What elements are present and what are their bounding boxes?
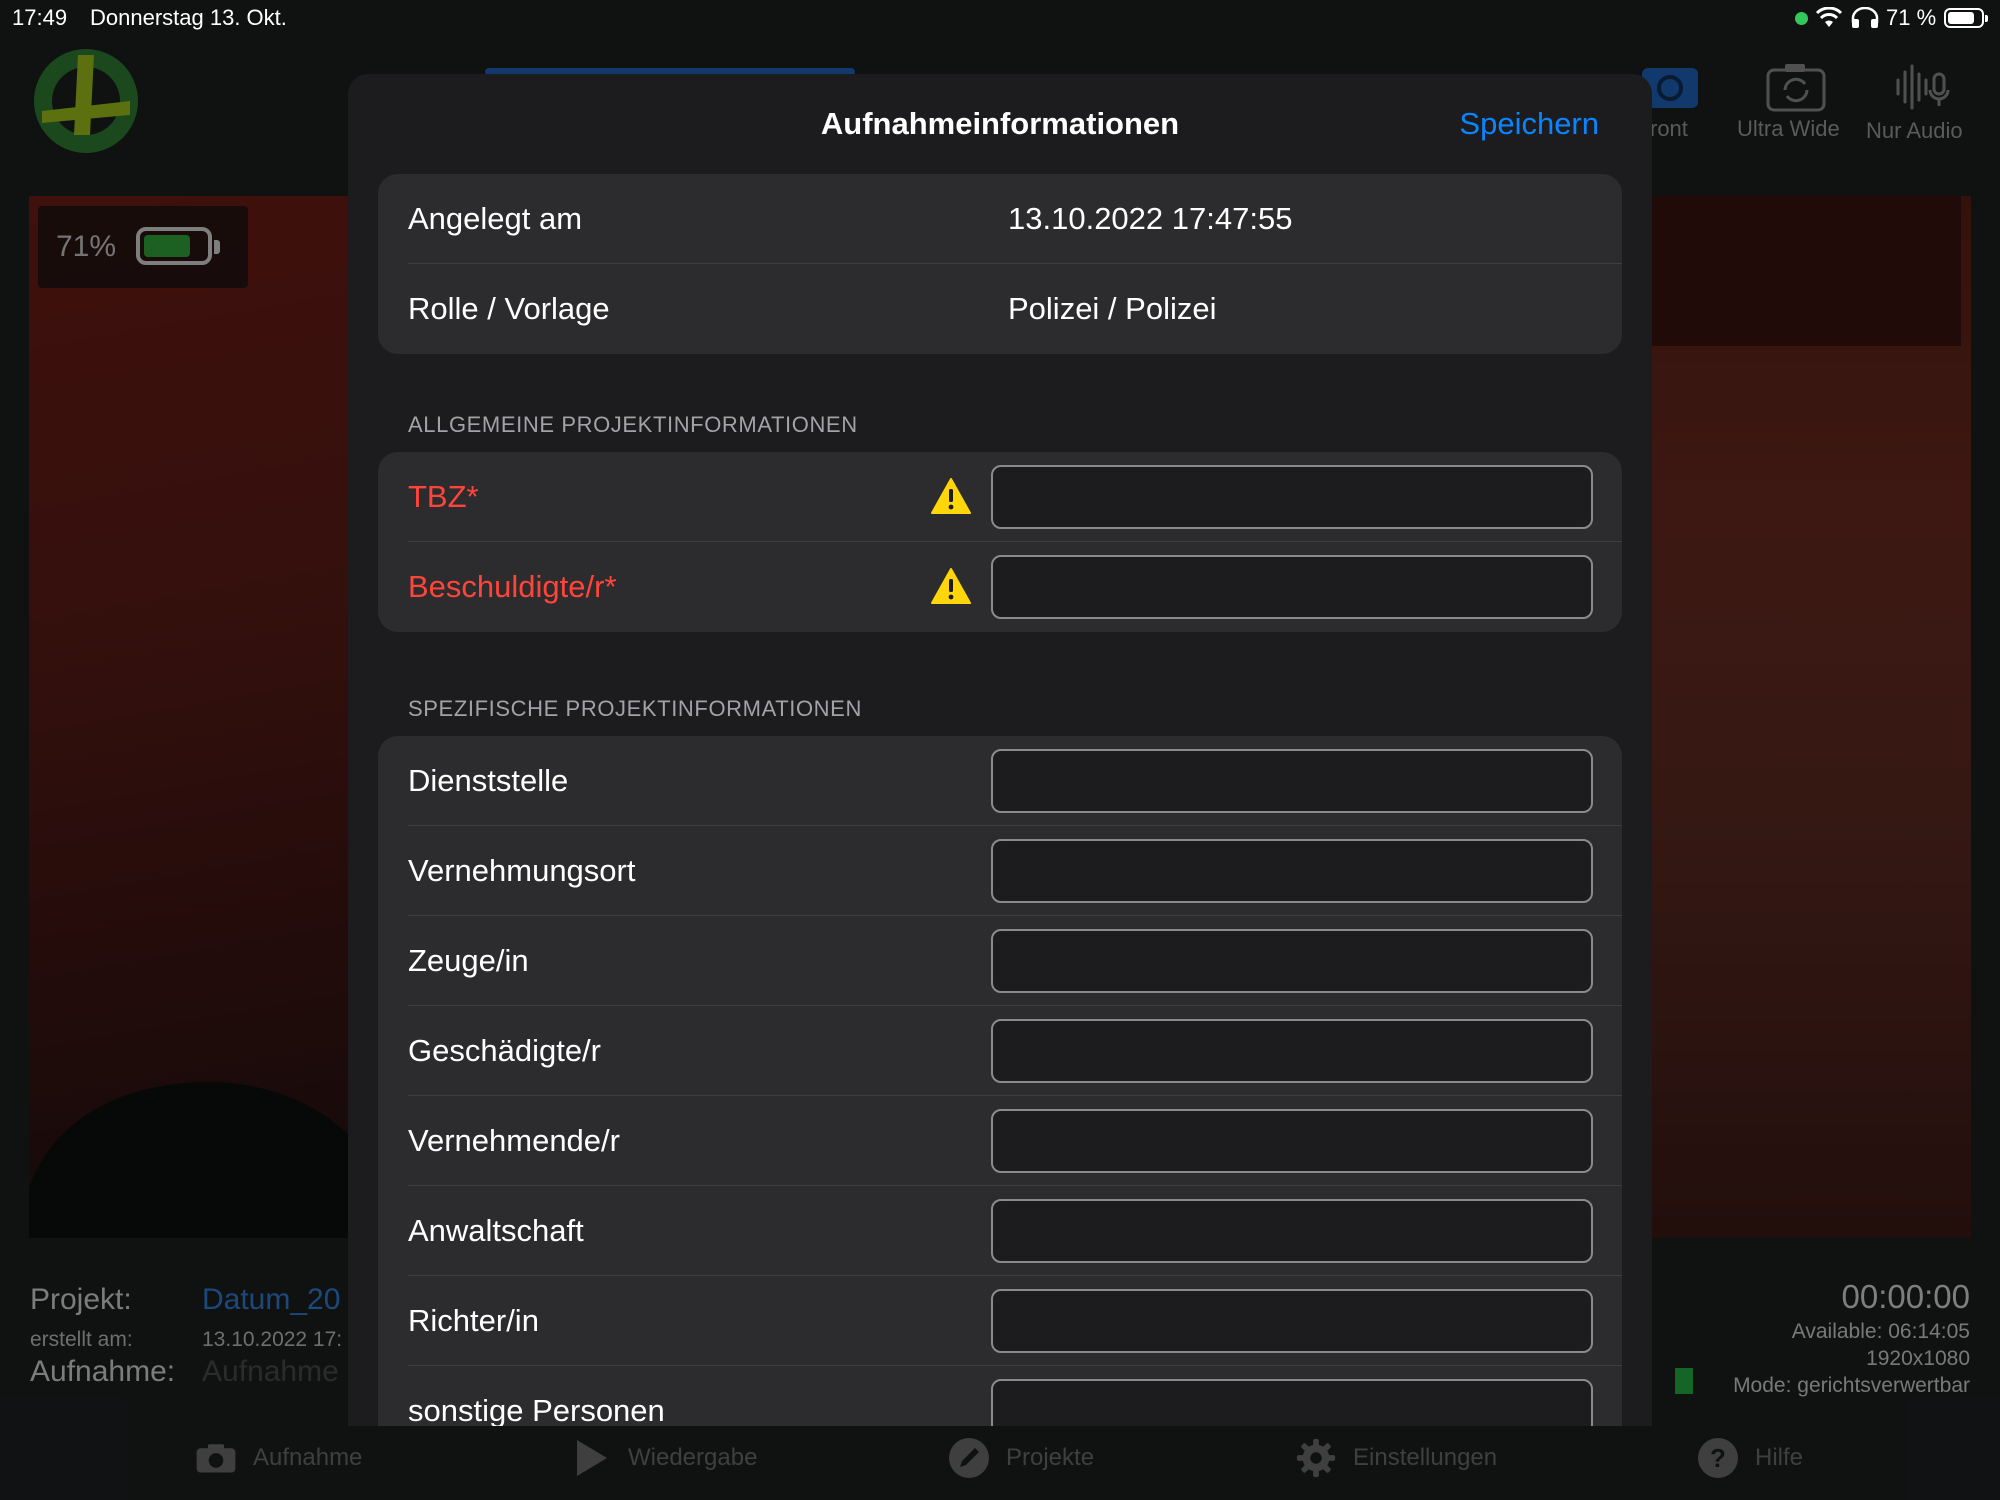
- role-template-row: Rolle / Vorlage Polizei / Polizei: [378, 264, 1622, 354]
- spec-row-zeuge: Zeuge/in: [378, 916, 1622, 1006]
- spec-row-vernehmungsort: Vernehmungsort: [378, 826, 1622, 916]
- vernehmende-input[interactable]: [991, 1109, 1593, 1173]
- status-battery-percent: 71 %: [1886, 5, 1937, 30]
- status-bar: 17:49 Donnerstag 13. Okt. 71 %: [0, 0, 2000, 36]
- specific-section-header: SPEZIFISCHE PROJEKTINFORMATIONEN: [408, 696, 862, 721]
- spec-row-dienststelle: Dienststelle: [378, 736, 1622, 826]
- geschaedigte-label: Geschädigte/r: [408, 1033, 601, 1068]
- accused-row: Beschuldigte/r*: [378, 542, 1622, 632]
- headphones-icon: [1851, 7, 1879, 28]
- recording-info-modal: Aufnahmeinformationen Speichern Angelegt…: [348, 74, 1652, 1426]
- modal-title: Aufnahmeinformationen: [820, 106, 1180, 141]
- created-at-row: Angelegt am 13.10.2022 17:47:55: [378, 174, 1622, 264]
- status-battery-icon: [1944, 8, 1988, 28]
- warning-icon: [931, 478, 971, 514]
- dienststelle-input[interactable]: [991, 749, 1593, 813]
- anwaltschaft-label: Anwaltschaft: [408, 1213, 584, 1248]
- role-template-value: Polizei / Polizei: [1008, 291, 1217, 326]
- sonstige-input[interactable]: [991, 1379, 1593, 1426]
- tbz-label: TBZ*: [408, 479, 479, 514]
- accused-label: Beschuldigte/r*: [408, 569, 617, 604]
- richter-input[interactable]: [991, 1289, 1593, 1353]
- specific-info-group: Dienststelle Vernehmungsort Zeuge/in Ges…: [378, 736, 1622, 1426]
- meta-info-group: Angelegt am 13.10.2022 17:47:55 Rolle / …: [378, 174, 1622, 354]
- wifi-icon: [1815, 7, 1843, 27]
- dienststelle-label: Dienststelle: [408, 763, 569, 798]
- zeuge-label: Zeuge/in: [408, 943, 529, 978]
- camera-in-use-indicator: [1795, 12, 1808, 25]
- role-template-label: Rolle / Vorlage: [408, 291, 610, 326]
- vernehmende-label: Vernehmende/r: [408, 1123, 620, 1158]
- anwaltschaft-input[interactable]: [991, 1199, 1593, 1263]
- sonstige-label: sonstige Personen: [408, 1393, 665, 1426]
- general-section-header: ALLGEMEINE PROJEKTINFORMATIONEN: [408, 412, 858, 437]
- richter-label: Richter/in: [408, 1303, 539, 1338]
- created-at-value: 13.10.2022 17:47:55: [1008, 201, 1293, 236]
- vernehmungsort-label: Vernehmungsort: [408, 853, 636, 888]
- vernehmungsort-input[interactable]: [991, 839, 1593, 903]
- accused-input[interactable]: [991, 555, 1593, 619]
- spec-row-sonstige: sonstige Personen: [378, 1366, 1622, 1426]
- tbz-input[interactable]: [991, 465, 1593, 529]
- status-date: Donnerstag 13. Okt.: [90, 5, 287, 30]
- tbz-row: TBZ*: [378, 452, 1622, 542]
- created-at-label: Angelegt am: [408, 201, 583, 236]
- spec-row-geschaedigte: Geschädigte/r: [378, 1006, 1622, 1096]
- warning-icon: [931, 568, 971, 604]
- status-time: 17:49: [12, 5, 68, 30]
- zeuge-input[interactable]: [991, 929, 1593, 993]
- spec-row-anwaltschaft: Anwaltschaft: [378, 1186, 1622, 1276]
- general-info-group: TBZ* Beschuldigte/r*: [378, 452, 1622, 632]
- spec-row-vernehmende: Vernehmende/r: [378, 1096, 1622, 1186]
- spec-row-richter: Richter/in: [378, 1276, 1622, 1366]
- save-button[interactable]: Speichern: [1459, 106, 1599, 142]
- geschaedigte-input[interactable]: [991, 1019, 1593, 1083]
